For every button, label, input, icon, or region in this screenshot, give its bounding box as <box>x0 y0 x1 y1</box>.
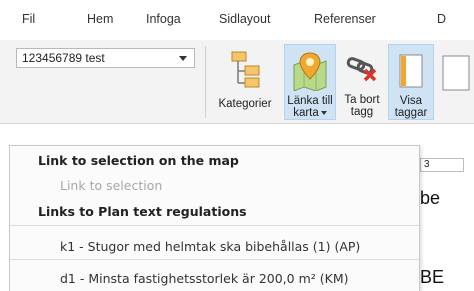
ribbon-tabbar: Fil Hem Infoga Sidlayout Referenser D <box>0 0 474 40</box>
menu-header-selection: Link to selection on the map <box>38 153 239 168</box>
menu-header-regulations: Links to Plan text regulations <box>38 204 247 219</box>
ruler-box: 3 <box>420 158 464 172</box>
plan-select-combo[interactable]: 123456789 test <box>16 48 195 68</box>
tab-sidlayout[interactable]: Sidlayout <box>219 12 274 26</box>
document-icon <box>440 54 470 97</box>
tab-fil[interactable]: Fil <box>22 12 46 26</box>
map-pin-icon <box>291 51 329 96</box>
show-tags-button[interactable]: Visa taggar <box>388 44 434 120</box>
link-to-map-line1: Länka till <box>287 95 333 107</box>
remove-tag-line2: tagg <box>350 106 374 118</box>
link-to-map-line2: karta <box>293 107 319 119</box>
menu-separator <box>10 259 419 260</box>
remove-tag-label: Ta bort tagg <box>338 94 386 118</box>
menu-separator <box>10 225 419 226</box>
show-tags-icon <box>396 51 426 96</box>
link-to-map-label: Länka till karta <box>285 95 335 119</box>
link-to-map-button[interactable]: Länka till karta <box>284 44 336 120</box>
menu-item-link-to-selection[interactable]: Link to selection <box>10 178 419 193</box>
next-ribbon-button[interactable] <box>436 44 474 120</box>
link-to-map-dropdown: Link to selection on the map Link to sel… <box>9 145 420 291</box>
menu-item-regulation-k1[interactable]: k1 - Stugor med helmtak ska bibehållas (… <box>10 239 419 254</box>
kategorier-label: Kategorier <box>218 98 272 110</box>
show-tags-line2: taggar <box>394 107 428 119</box>
tab-d[interactable]: D <box>437 12 457 26</box>
tab-referenser[interactable]: Referenser <box>314 12 383 26</box>
remove-tag-line1: Ta bort <box>344 94 380 106</box>
tab-infoga[interactable]: Infoga <box>146 12 187 26</box>
ribbon-separator <box>205 46 206 118</box>
document-text: BE <box>420 267 445 287</box>
chevron-down-icon[interactable] <box>179 56 187 61</box>
chevron-down-icon <box>320 110 327 115</box>
kategorier-button[interactable]: Kategorier <box>208 44 282 120</box>
categories-icon <box>227 50 263 95</box>
remove-tag-button[interactable]: Ta bort tagg <box>338 44 386 120</box>
ribbon-panel: 123456789 test Kategorier Länka till kar… <box>0 40 474 124</box>
tab-hem[interactable]: Hem <box>87 12 121 26</box>
plan-select-value: 123456789 test <box>22 51 105 65</box>
menu-item-regulation-d1[interactable]: d1 - Minsta fastighetsstorlek är 200,0 m… <box>10 271 419 286</box>
show-tags-label: Visa taggar <box>389 95 433 119</box>
remove-link-icon <box>345 50 379 91</box>
document-text: be <box>420 188 441 208</box>
show-tags-line1: Visa <box>399 95 423 107</box>
